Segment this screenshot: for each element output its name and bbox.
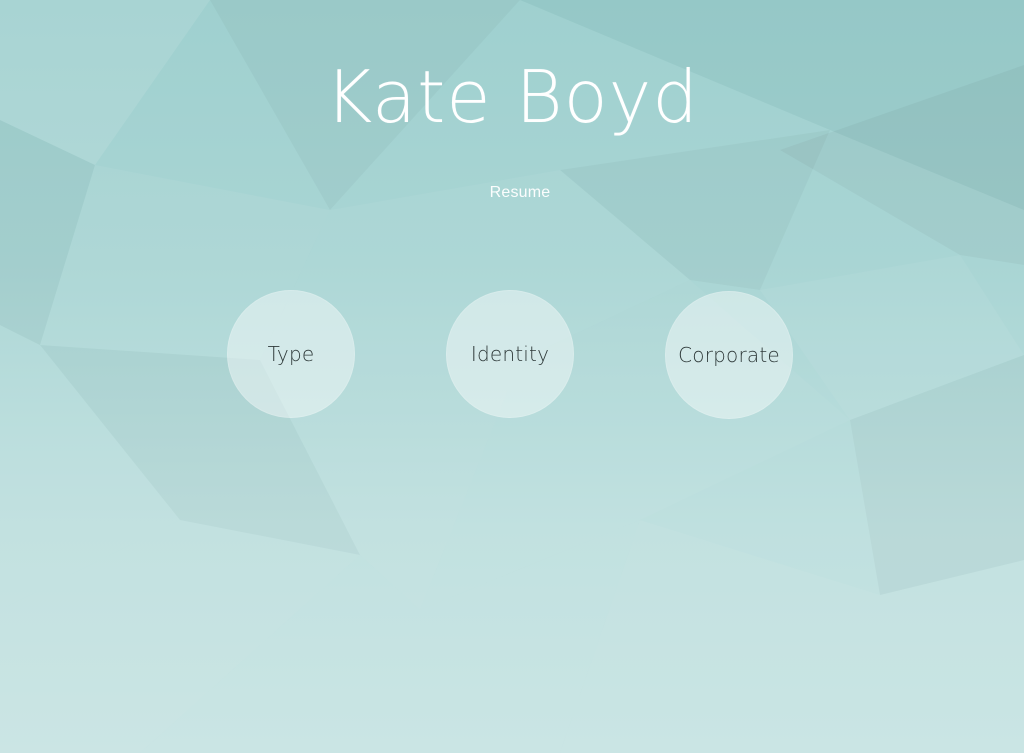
section-navigation: Type Identity Corporate: [0, 290, 1024, 420]
nav-type-label: Type: [267, 342, 315, 366]
nav-identity-circle[interactable]: Identity: [446, 290, 574, 418]
site-title: Kate Boyd: [325, 55, 699, 139]
page-subtitle: Resume: [489, 184, 551, 201]
nav-identity-label: Identity: [470, 342, 550, 366]
nav-corporate-circle[interactable]: Corporate: [665, 291, 793, 419]
page-content: Kate Boyd Resume Type Identity Corporate: [0, 0, 1024, 753]
nav-type-circle[interactable]: Type: [227, 290, 355, 418]
nav-corporate-label: Corporate: [678, 343, 780, 367]
